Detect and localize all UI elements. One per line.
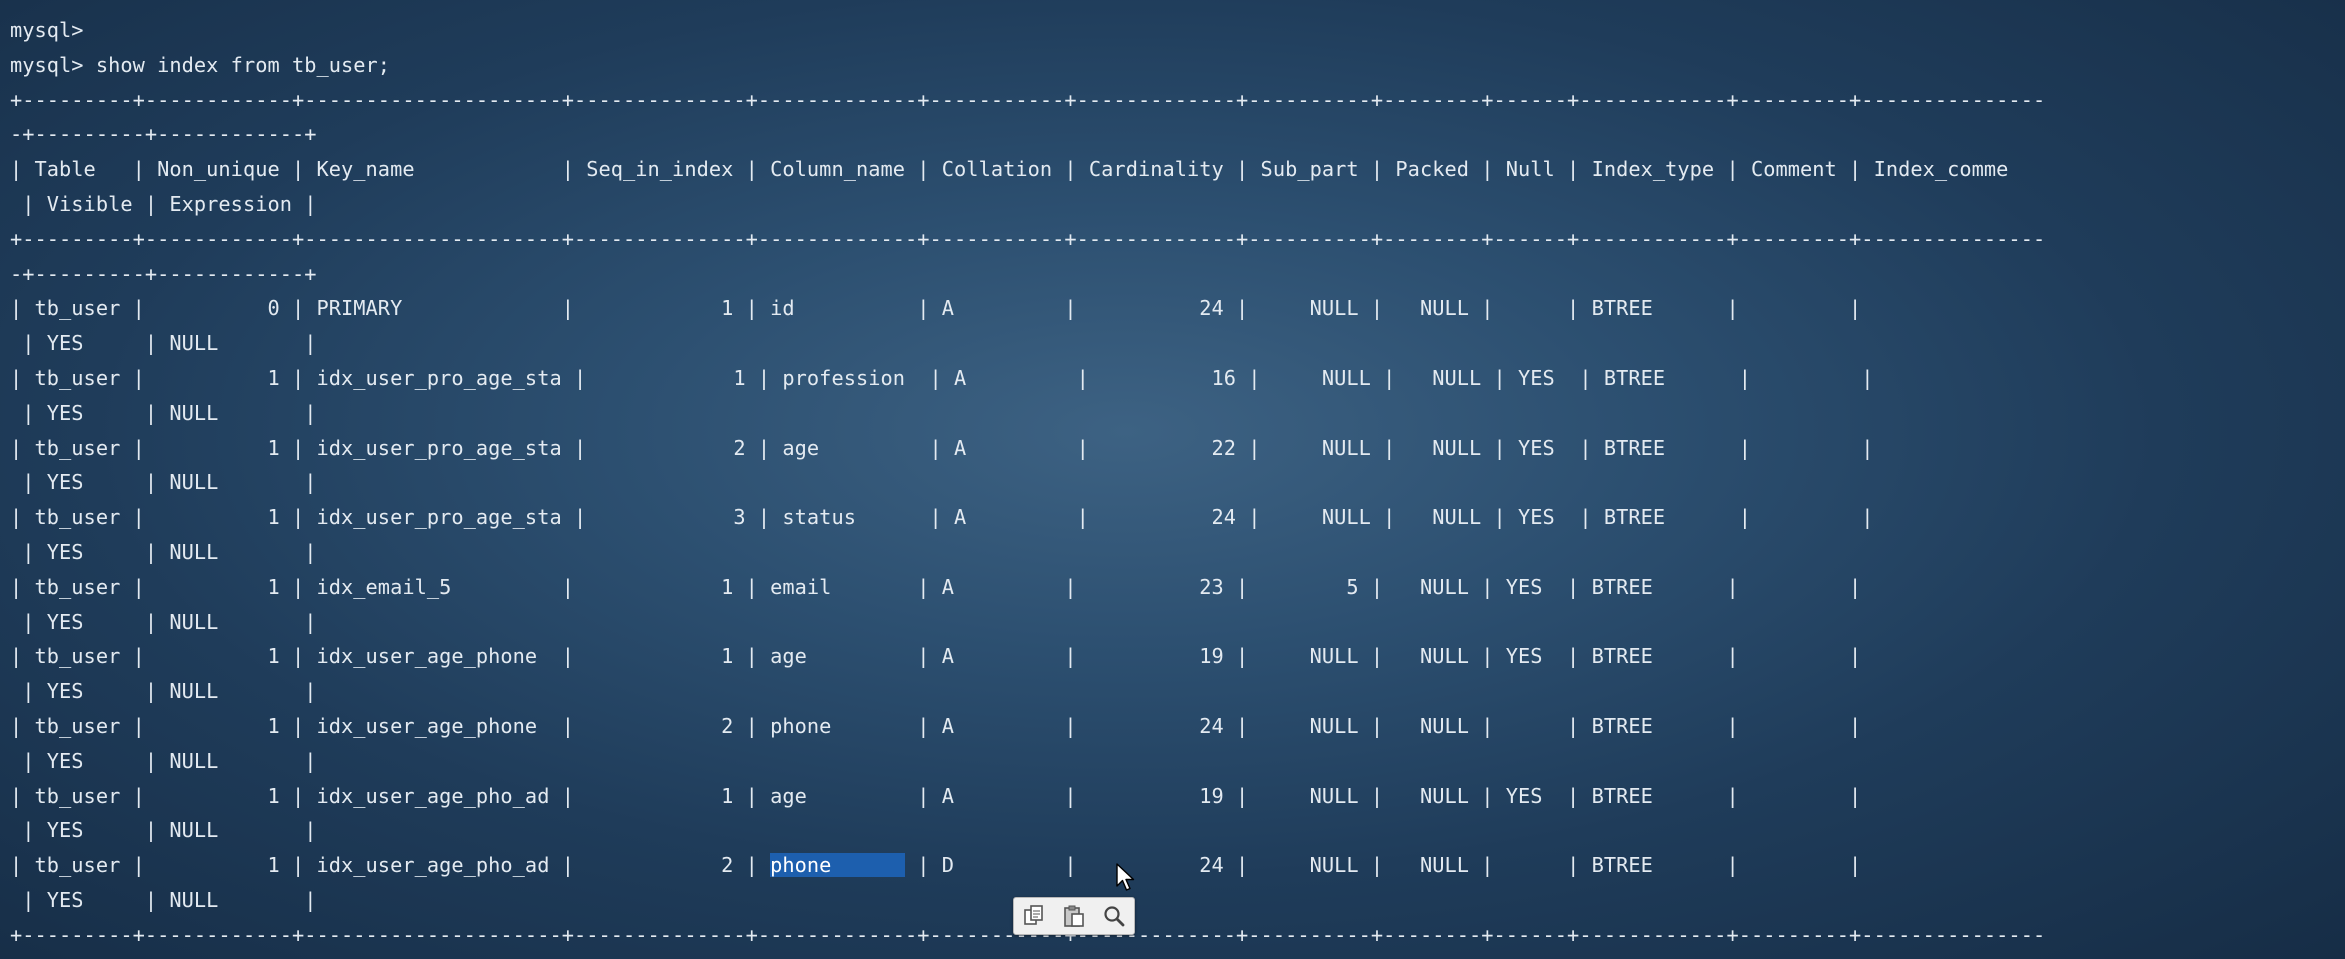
- table-row: | tb_user | 1 | idx_user_pro_age_sta | 1…: [10, 365, 1874, 390]
- table-border-bottom: +---------+------------+----------------…: [10, 918, 2345, 953]
- table-header-wrap: | Visible | Expression |: [10, 191, 317, 216]
- table-row-wrap: | YES | NULL |: [10, 470, 317, 495]
- table-row-wrap: | YES | NULL |: [10, 609, 317, 634]
- row-prefix: | tb_user | 1 | idx_user_age_pho_ad | 2 …: [10, 853, 771, 878]
- command-line: mysql> show index from tb_user;: [10, 52, 391, 77]
- table-row-last: | tb_user | 1 | idx_user_age_pho_ad | 2 …: [10, 848, 2345, 883]
- table-row: | tb_user | 1 | idx_user_pro_age_sta | 3…: [10, 505, 1874, 530]
- table-row-wrap: | YES | NULL |: [10, 887, 317, 912]
- selection-toolbar: [1013, 897, 1135, 935]
- table-row: | tb_user | 1 | idx_user_pro_age_sta | 2…: [10, 435, 1874, 460]
- table-border-top: +---------+------------+----------------…: [10, 87, 2046, 112]
- prompt-line: mysql>: [10, 18, 84, 42]
- table-row-wrap: | YES | NULL |: [10, 748, 317, 773]
- mouse-pointer-icon: [1116, 863, 1135, 891]
- table-row-wrap: | YES | NULL |: [10, 331, 317, 356]
- table-row-wrap: | YES | NULL |: [10, 818, 317, 843]
- terminal-output[interactable]: mysql> mysql> show index from tb_user; +…: [10, 13, 2345, 953]
- selected-text[interactable]: phone: [770, 853, 906, 878]
- table-row: | tb_user | 1 | idx_email_5 | 1 | email …: [10, 574, 1862, 599]
- table-row-wrap: | YES | NULL |: [10, 679, 317, 704]
- table-row-wrap: | YES | NULL |: [10, 400, 317, 425]
- table-row: | tb_user | 1 | idx_user_age_pho_ad | 1 …: [10, 783, 1862, 808]
- table-header: | Table | Non_unique | Key_name | Seq_in…: [10, 157, 2009, 182]
- table-border-mid-wrap: -+---------+------------+: [10, 261, 317, 286]
- table-row-wrap: | YES | NULL |: [10, 539, 317, 564]
- table-row: | tb_user | 0 | PRIMARY | 1 | id | A | 2…: [10, 296, 1862, 321]
- table-row: | tb_user | 1 | idx_user_age_phone | 2 |…: [10, 713, 1862, 738]
- table-border-top-wrap: -+---------+------------+: [10, 122, 317, 147]
- copy-icon[interactable]: [1018, 901, 1050, 931]
- table-border-mid: +---------+------------+----------------…: [10, 226, 2046, 251]
- paste-icon[interactable]: [1058, 901, 1090, 931]
- search-icon[interactable]: [1098, 901, 1130, 931]
- table-row: | tb_user | 1 | idx_user_age_phone | 1 |…: [10, 644, 1862, 669]
- row-suffix: | D | 24 | NULL | NULL | | BTREE | |: [905, 853, 1862, 878]
